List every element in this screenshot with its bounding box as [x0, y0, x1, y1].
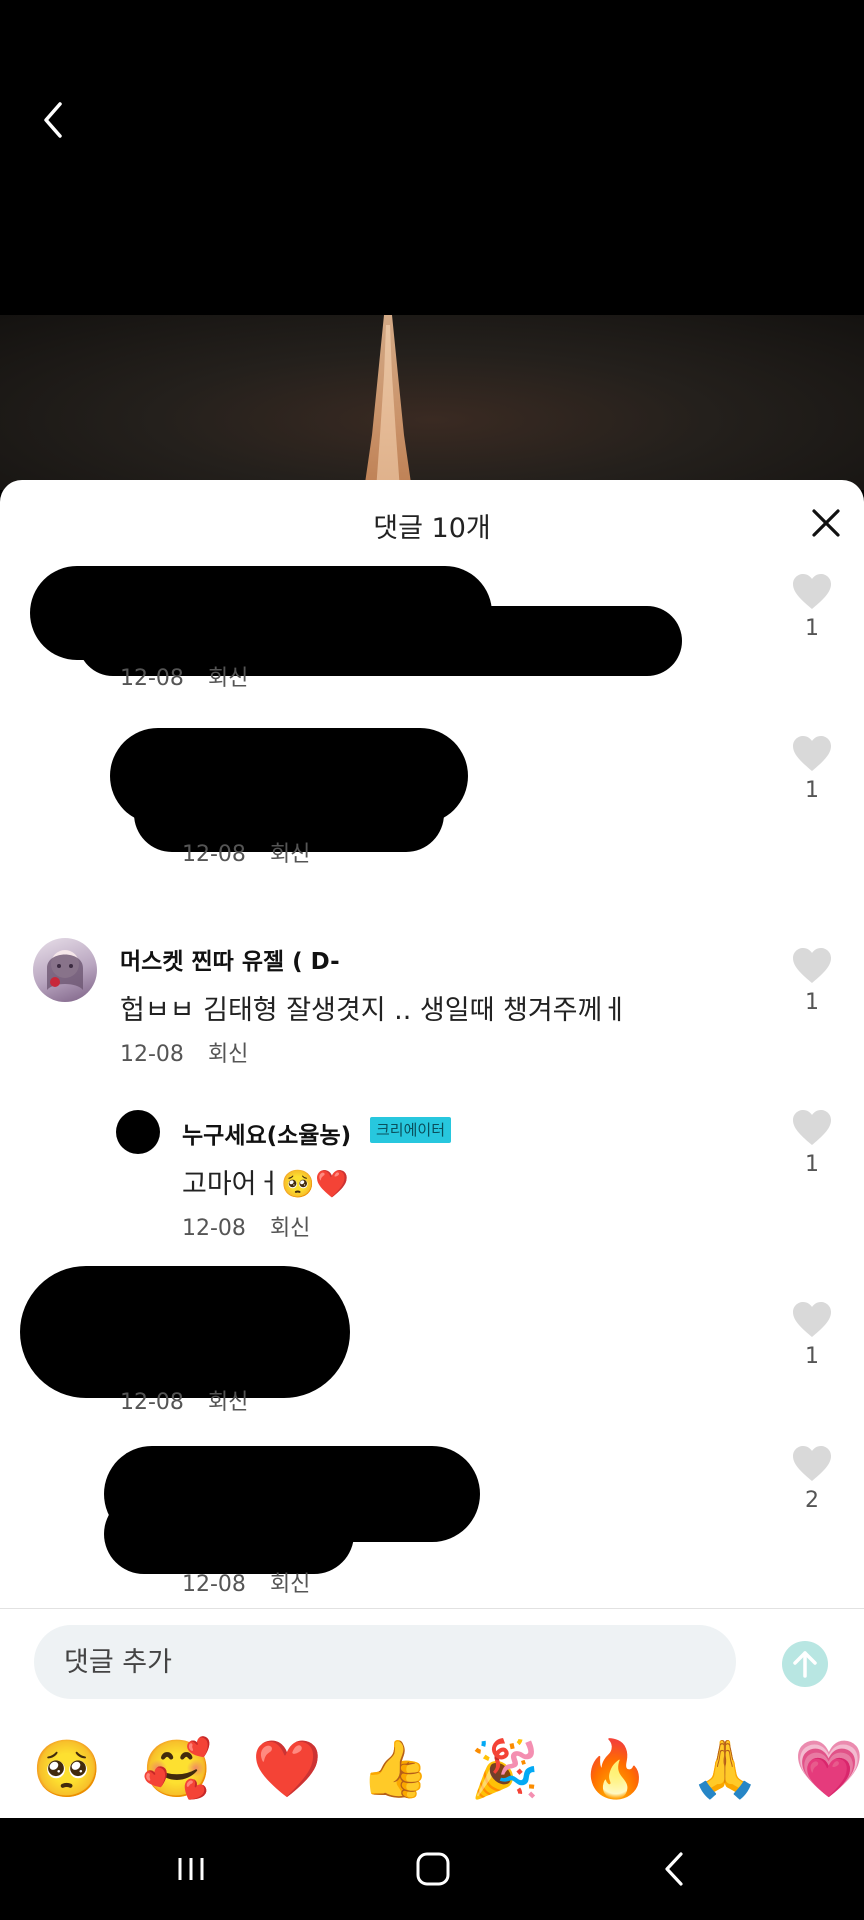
comment-reply-item: 12-08 회신 2: [0, 1446, 864, 1598]
like-button[interactable]: 2: [790, 1446, 834, 1513]
back-icon[interactable]: [650, 1846, 700, 1892]
emoji-red-heart[interactable]: ❤️: [252, 1735, 322, 1805]
creator-badge: 크리에이터: [370, 1117, 452, 1143]
heart-icon: [793, 1110, 831, 1145]
system-navigation-bar: [0, 1818, 864, 1920]
heart-icon: [793, 1446, 831, 1481]
back-arrow-icon[interactable]: [36, 98, 72, 142]
sheet-header: 댓글 10개: [0, 480, 864, 570]
like-count: 1: [805, 1152, 819, 1177]
comment-meta: 12-08 회신: [182, 1210, 310, 1242]
comment-item: 12-08 회신 1: [0, 1266, 864, 1415]
comment-date: 12-08: [182, 1216, 246, 1241]
comment-meta: 12-08 회신: [182, 836, 310, 868]
heart-icon: [793, 948, 831, 983]
heart-icon: [793, 1302, 831, 1337]
home-icon[interactable]: [408, 1846, 458, 1892]
emoji-fire[interactable]: 🔥: [580, 1735, 650, 1805]
recent-apps-icon[interactable]: [166, 1846, 216, 1892]
emoji-folded-hands[interactable]: 🙏: [690, 1735, 760, 1805]
arrow-up-icon: [793, 1651, 817, 1678]
comment-item: 12-08 회신 1: [0, 564, 864, 724]
emoji-party-popper[interactable]: 🎉: [470, 1735, 540, 1805]
comment-date: 12-08: [120, 1042, 184, 1067]
reply-button[interactable]: 회신: [208, 1042, 248, 1067]
comment-author[interactable]: 누구세요(소율농): [182, 1116, 351, 1150]
comment-meta: 12-08 회신: [120, 660, 248, 692]
video-area: [0, 0, 864, 490]
video-frame: [0, 315, 864, 490]
comment-input[interactable]: [34, 1625, 736, 1699]
comment-meta: 12-08 회신: [120, 1384, 248, 1416]
avatar[interactable]: [33, 938, 97, 1002]
redaction-mark: [20, 1266, 350, 1398]
emoji-thumbs-up[interactable]: 👍: [360, 1735, 430, 1805]
comment-text: 헙ㅂㅂ 김태형 잘생겻지 .. 생일때 챙겨주께ㅔ: [120, 995, 628, 1026]
comment-author[interactable]: 머스켓 찐따 유젤 ( D-: [120, 942, 340, 976]
emoji-quick-row: 🥺 🥰 ❤️ 👍 🎉 🔥 🙏 💗: [0, 1735, 864, 1819]
like-button[interactable]: 1: [790, 574, 834, 641]
comment-reply-item: 12-08 회신 1: [0, 726, 864, 886]
emoji-growing-heart[interactable]: 💗: [794, 1735, 864, 1805]
comment-meta: 12-08 회신: [182, 1566, 310, 1598]
reply-button[interactable]: 회신: [270, 1216, 310, 1241]
reply-button[interactable]: 회신: [208, 1390, 248, 1415]
comment-date: 12-08: [182, 842, 246, 867]
comment-reply-item: 누구세요(소율농) 크리에이터 고마어ㅓ🥺❤️ 12-08 회신 1: [0, 1110, 864, 1260]
reply-button[interactable]: 회신: [208, 666, 248, 691]
tower-light-image: [364, 315, 412, 490]
comment-item: 머스켓 찐따 유젤 ( D- 헙ㅂㅂ 김태형 잘생겻지 .. 생일때 챙겨주께ㅔ…: [0, 938, 864, 1088]
redaction-mark: [104, 1494, 354, 1574]
like-button[interactable]: 1: [790, 1110, 834, 1177]
comment-text: 고마어ㅓ🥺❤️: [182, 1169, 349, 1200]
send-button[interactable]: [782, 1641, 828, 1687]
heart-icon: [793, 736, 831, 771]
like-count: 1: [805, 990, 819, 1015]
like-count: 1: [805, 778, 819, 803]
like-count: 2: [805, 1488, 819, 1513]
comment-meta: 12-08 회신: [120, 1036, 248, 1068]
like-button[interactable]: 1: [790, 948, 834, 1015]
avatar[interactable]: [116, 1110, 160, 1154]
reply-button[interactable]: 회신: [270, 842, 310, 867]
avatar-illustration: [47, 950, 83, 990]
comment-date: 12-08: [182, 1572, 246, 1597]
like-button[interactable]: 1: [790, 736, 834, 803]
comment-input-bar: 🥺 🥰 ❤️ 👍 🎉 🔥 🙏 💗: [0, 1608, 864, 1838]
close-icon[interactable]: [808, 505, 844, 541]
emoji-pleading[interactable]: 🥺: [32, 1735, 102, 1805]
comment-date: 12-08: [120, 666, 184, 691]
heart-icon: [793, 574, 831, 609]
reply-button[interactable]: 회신: [270, 1572, 310, 1597]
comment-date: 12-08: [120, 1390, 184, 1415]
emoji-smiling-hearts[interactable]: 🥰: [142, 1735, 212, 1805]
like-count: 1: [805, 616, 819, 641]
like-button[interactable]: 1: [790, 1302, 834, 1369]
like-count: 1: [805, 1344, 819, 1369]
sheet-title: 댓글 10개: [373, 513, 491, 544]
